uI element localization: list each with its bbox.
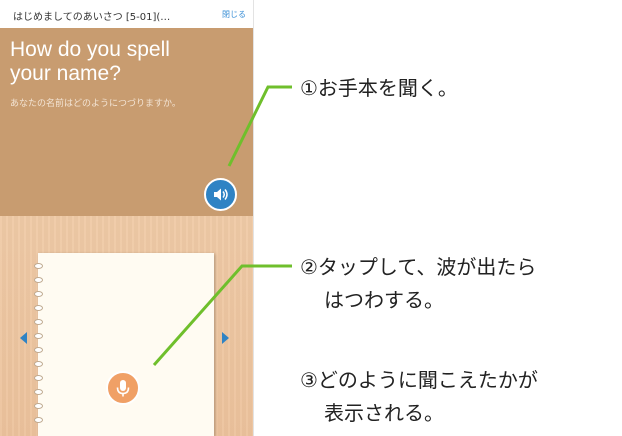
binder-ring xyxy=(34,417,43,423)
record-button[interactable] xyxy=(106,371,140,405)
binder-ring xyxy=(34,263,43,269)
binder-ring xyxy=(34,319,43,325)
lesson-title: はじめましてのあいさつ [5-01](… xyxy=(13,12,171,23)
binder-ring xyxy=(34,291,43,297)
chevron-left-icon[interactable] xyxy=(20,332,27,344)
chevron-right-icon[interactable] xyxy=(222,332,229,344)
question-japanese: あなたの名前はどのようにつづりますか。 xyxy=(10,99,181,109)
top-bar: はじめましてのあいさつ [5-01](… 閉じる xyxy=(0,0,253,29)
binder-ring xyxy=(34,305,43,311)
binder-ring xyxy=(34,361,43,367)
annotation-step2-line1: ②タップして、波が出たら xyxy=(300,255,537,279)
binder-ring xyxy=(34,347,43,353)
annotation-step3-line2: 表示される。 xyxy=(324,401,444,425)
speaker-icon xyxy=(214,188,228,201)
binder-ring xyxy=(34,277,43,283)
binder-ring xyxy=(34,375,43,381)
annotation-step1: ①お手本を聞く。 xyxy=(300,76,458,100)
app-screen: はじめましてのあいさつ [5-01](… 閉じる How do you spel… xyxy=(0,0,254,436)
binder-ring xyxy=(34,403,43,409)
result-card xyxy=(38,253,214,436)
play-audio-button[interactable] xyxy=(204,178,237,211)
question-english: How do you spell your name? xyxy=(10,38,170,85)
annotation-step3-line1: ③どのように聞こえたかが xyxy=(300,368,538,392)
annotation-step2-line2: はつわする。 xyxy=(324,288,444,312)
microphone-icon xyxy=(116,380,130,397)
binder-ring xyxy=(34,389,43,395)
binder-ring xyxy=(34,333,43,339)
close-button[interactable]: 閉じる xyxy=(222,9,246,20)
